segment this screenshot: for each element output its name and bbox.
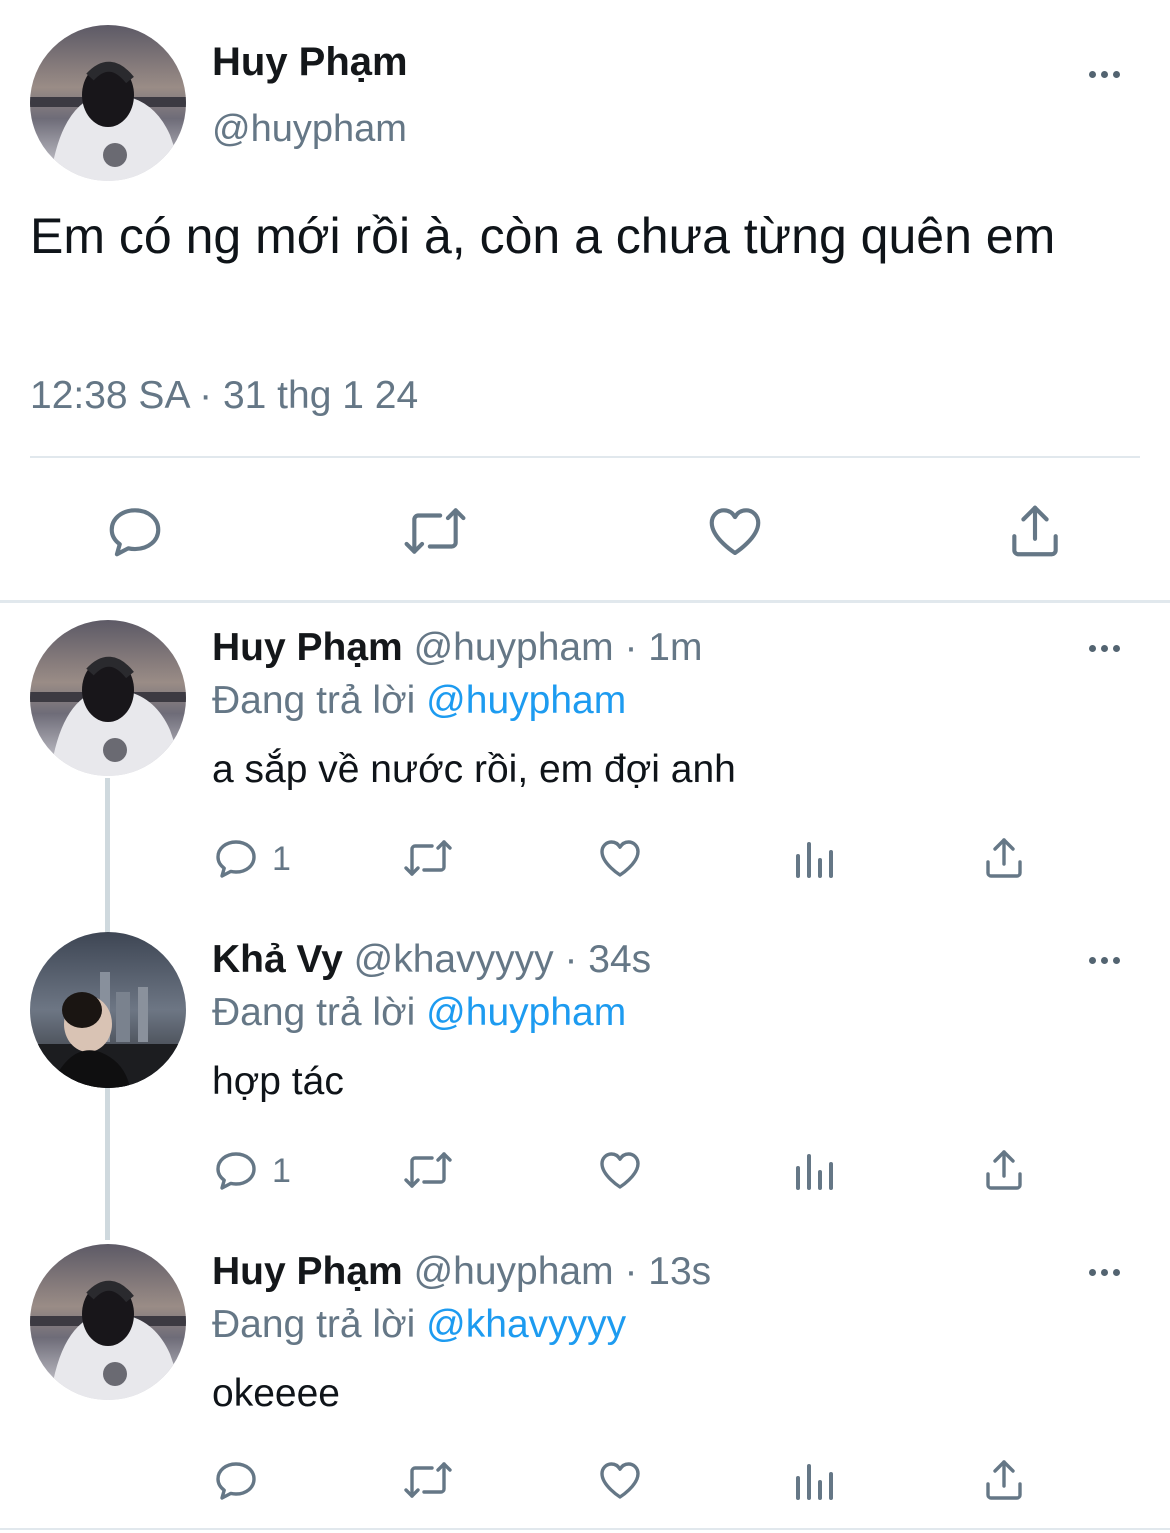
author-handle[interactable]: @khavyyyy [354,938,554,981]
analytics-icon[interactable] [790,1146,838,1194]
replying-to: Đang trả lời @huypham [212,991,626,1035]
replying-label: Đang trả lời [212,991,416,1034]
author-handle[interactable]: @huypham [414,1250,614,1293]
reply-count: 1 [272,1152,291,1190]
author-name[interactable]: Huy Phạm [212,1250,403,1293]
replying-to: Đang trả lời @khavyyyy [212,1303,626,1347]
analytics-icon[interactable] [790,834,838,882]
avatar-main[interactable] [30,25,186,181]
retweet-icon[interactable] [400,834,456,882]
tweet-timestamp: 12:38 SA · 31 thg 1 24 [30,374,419,417]
more-icon[interactable] [1089,1269,1120,1276]
reply-text: okeeee [212,1372,340,1415]
replying-to-link[interactable]: @huypham [426,679,626,722]
reply-icon[interactable] [104,500,166,562]
author-name[interactable]: Huy Phạm [212,40,408,85]
avatar-reply-2[interactable] [30,932,186,1088]
reply-time: · 1m [624,626,703,669]
like-icon[interactable] [596,834,644,882]
tweet-text: Em có ng mới rồi à, còn a chưa từng quên… [30,208,1056,264]
author-name[interactable]: Khả Vy [212,938,343,981]
replying-to: Đang trả lời @huypham [212,679,626,723]
reply-1-header: Huy Phạm @huypham · 1m [212,626,702,670]
retweet-icon[interactable] [400,1146,456,1194]
avatar-reply-3[interactable] [30,1244,186,1400]
replying-label: Đang trả lời [212,1303,416,1346]
analytics-icon[interactable] [790,1456,838,1504]
like-icon[interactable] [596,1146,644,1194]
reply-text: a sắp về nước rồi, em đợi anh [212,748,736,791]
replying-to-link[interactable]: @huypham [426,991,626,1034]
reply-2-header: Khả Vy @khavyyyy · 34s [212,938,651,982]
share-icon[interactable] [980,834,1028,882]
reply-icon[interactable] [212,834,260,882]
avatar-reply-1[interactable] [30,620,186,776]
retweet-icon[interactable] [400,500,470,562]
author-handle[interactable]: @huypham [212,108,407,151]
share-icon[interactable] [1004,500,1066,562]
divider [30,456,1140,458]
reply-3-header: Huy Phạm @huypham · 13s [212,1250,711,1294]
section-divider [0,600,1170,603]
share-icon[interactable] [980,1456,1028,1504]
more-icon[interactable] [1089,71,1120,78]
reply-icon[interactable] [212,1456,260,1504]
retweet-icon[interactable] [400,1456,456,1504]
reply-text: hợp tác [212,1060,344,1103]
reply-icon[interactable] [212,1146,260,1194]
author-handle[interactable]: @huypham [414,626,614,669]
replying-label: Đang trả lời [212,679,416,722]
share-icon[interactable] [980,1146,1028,1194]
more-icon[interactable] [1089,957,1120,964]
replying-to-link[interactable]: @khavyyyy [426,1303,626,1346]
more-icon[interactable] [1089,645,1120,652]
like-icon[interactable] [596,1456,644,1504]
bottom-divider [0,1528,1170,1530]
reply-time: · 34s [564,938,652,981]
author-name[interactable]: Huy Phạm [212,626,403,669]
reply-time: · 13s [624,1250,712,1293]
like-icon[interactable] [704,500,766,562]
reply-count: 1 [272,840,291,878]
